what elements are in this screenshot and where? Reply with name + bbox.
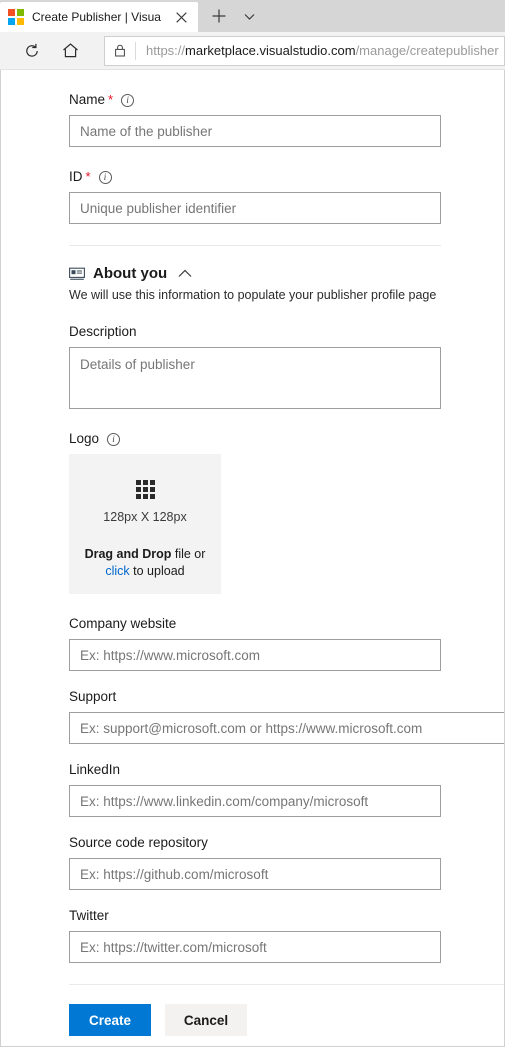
about-you-subtitle: We will use this information to populate… [69,288,437,302]
required-marker: * [85,169,91,184]
label-name: Name * i [69,92,504,108]
field-description: Description [69,324,504,409]
microsoft-logo-favicon-icon [8,9,24,25]
form-actions: Create Cancel [69,1004,504,1036]
description-textarea[interactable] [69,347,441,409]
name-input[interactable] [69,115,441,147]
chevron-down-icon[interactable] [234,1,264,31]
linkedin-input[interactable] [69,785,441,817]
about-you-header[interactable]: About you [69,265,504,282]
label-support-text: Support [69,689,117,704]
contact-card-icon [69,266,85,282]
url-path: /manage/createpublisher [355,42,499,58]
label-company-website: Company website [69,616,504,632]
info-icon[interactable]: i [107,432,121,446]
label-twitter-text: Twitter [69,908,109,923]
chevron-up-icon[interactable] [178,269,192,278]
label-description-text: Description [69,324,137,339]
label-description: Description [69,324,504,340]
upload-click-rest: to upload [129,564,185,578]
tab-title: Create Publisher | Visua [32,10,161,24]
lock-icon [105,37,135,65]
section-divider [69,245,441,246]
field-source-code-repository: Source code repository [69,835,504,890]
home-icon[interactable] [54,35,86,67]
drag-and-drop-label: Drag and Drop [84,547,172,561]
field-company-website: Company website [69,616,504,671]
required-marker: * [108,92,114,107]
field-id: ID * i [69,169,504,224]
logo-dimensions-text: 128px X 128px [103,510,187,524]
new-tab-button[interactable] [204,1,234,31]
label-id-text: ID [69,169,83,184]
grid-icon [135,480,155,499]
address-bar-url: https://marketplace.visualstudio.com/man… [136,37,499,65]
url-scheme: https:// [146,42,186,58]
browser-tab-create-publisher[interactable]: Create Publisher | Visua [0,2,198,32]
page-viewport: Name * i ID * i [0,70,505,1047]
label-linkedin-text: LinkedIn [69,762,121,777]
create-button[interactable]: Create [69,1004,151,1036]
label-company-website-text: Company website [69,616,177,631]
label-name-text: Name [69,92,106,107]
drag-and-drop-rest: file or [171,547,206,561]
close-icon[interactable] [170,6,192,28]
support-input[interactable] [69,712,504,744]
address-bar[interactable]: https://marketplace.visualstudio.com/man… [104,35,505,66]
logo-upload-text: Drag and Drop file or click to upload [85,546,206,580]
label-linkedin: LinkedIn [69,762,504,778]
label-id: ID * i [69,169,504,185]
refresh-icon[interactable] [16,35,48,67]
actions-divider [69,984,504,985]
info-icon[interactable]: i [121,93,135,107]
browser-toolbar: https://marketplace.visualstudio.com/man… [0,32,505,70]
tab-strip: Create Publisher | Visua [0,0,505,32]
url-domain: marketplace.visualstudio.com [185,42,356,58]
label-logo-text: Logo [69,431,100,446]
create-publisher-form: Name * i ID * i [1,70,504,1036]
field-logo: Logo i 128px X 128px Drag and Drop file … [69,431,504,594]
source-code-repository-input[interactable] [69,858,441,890]
label-source-code-repository: Source code repository [69,835,504,851]
upload-click-link[interactable]: click [105,564,129,578]
label-support: Support [69,689,504,705]
field-name: Name * i [69,92,504,147]
field-support: Support [69,689,504,744]
logo-dropzone[interactable]: 128px X 128px Drag and Drop file or clic… [69,454,221,594]
field-twitter: Twitter [69,908,504,963]
id-input[interactable] [69,192,441,224]
browser-window: Create Publisher | Visua https://marketp… [0,0,505,1047]
twitter-input[interactable] [69,931,441,963]
company-website-input[interactable] [69,639,441,671]
cancel-button[interactable]: Cancel [165,1004,247,1036]
label-twitter: Twitter [69,908,504,924]
label-source-code-repository-text: Source code repository [69,835,208,850]
field-linkedin: LinkedIn [69,762,504,817]
info-icon[interactable]: i [98,170,112,184]
label-logo: Logo i [69,431,504,447]
about-you-title: About you [93,265,168,282]
